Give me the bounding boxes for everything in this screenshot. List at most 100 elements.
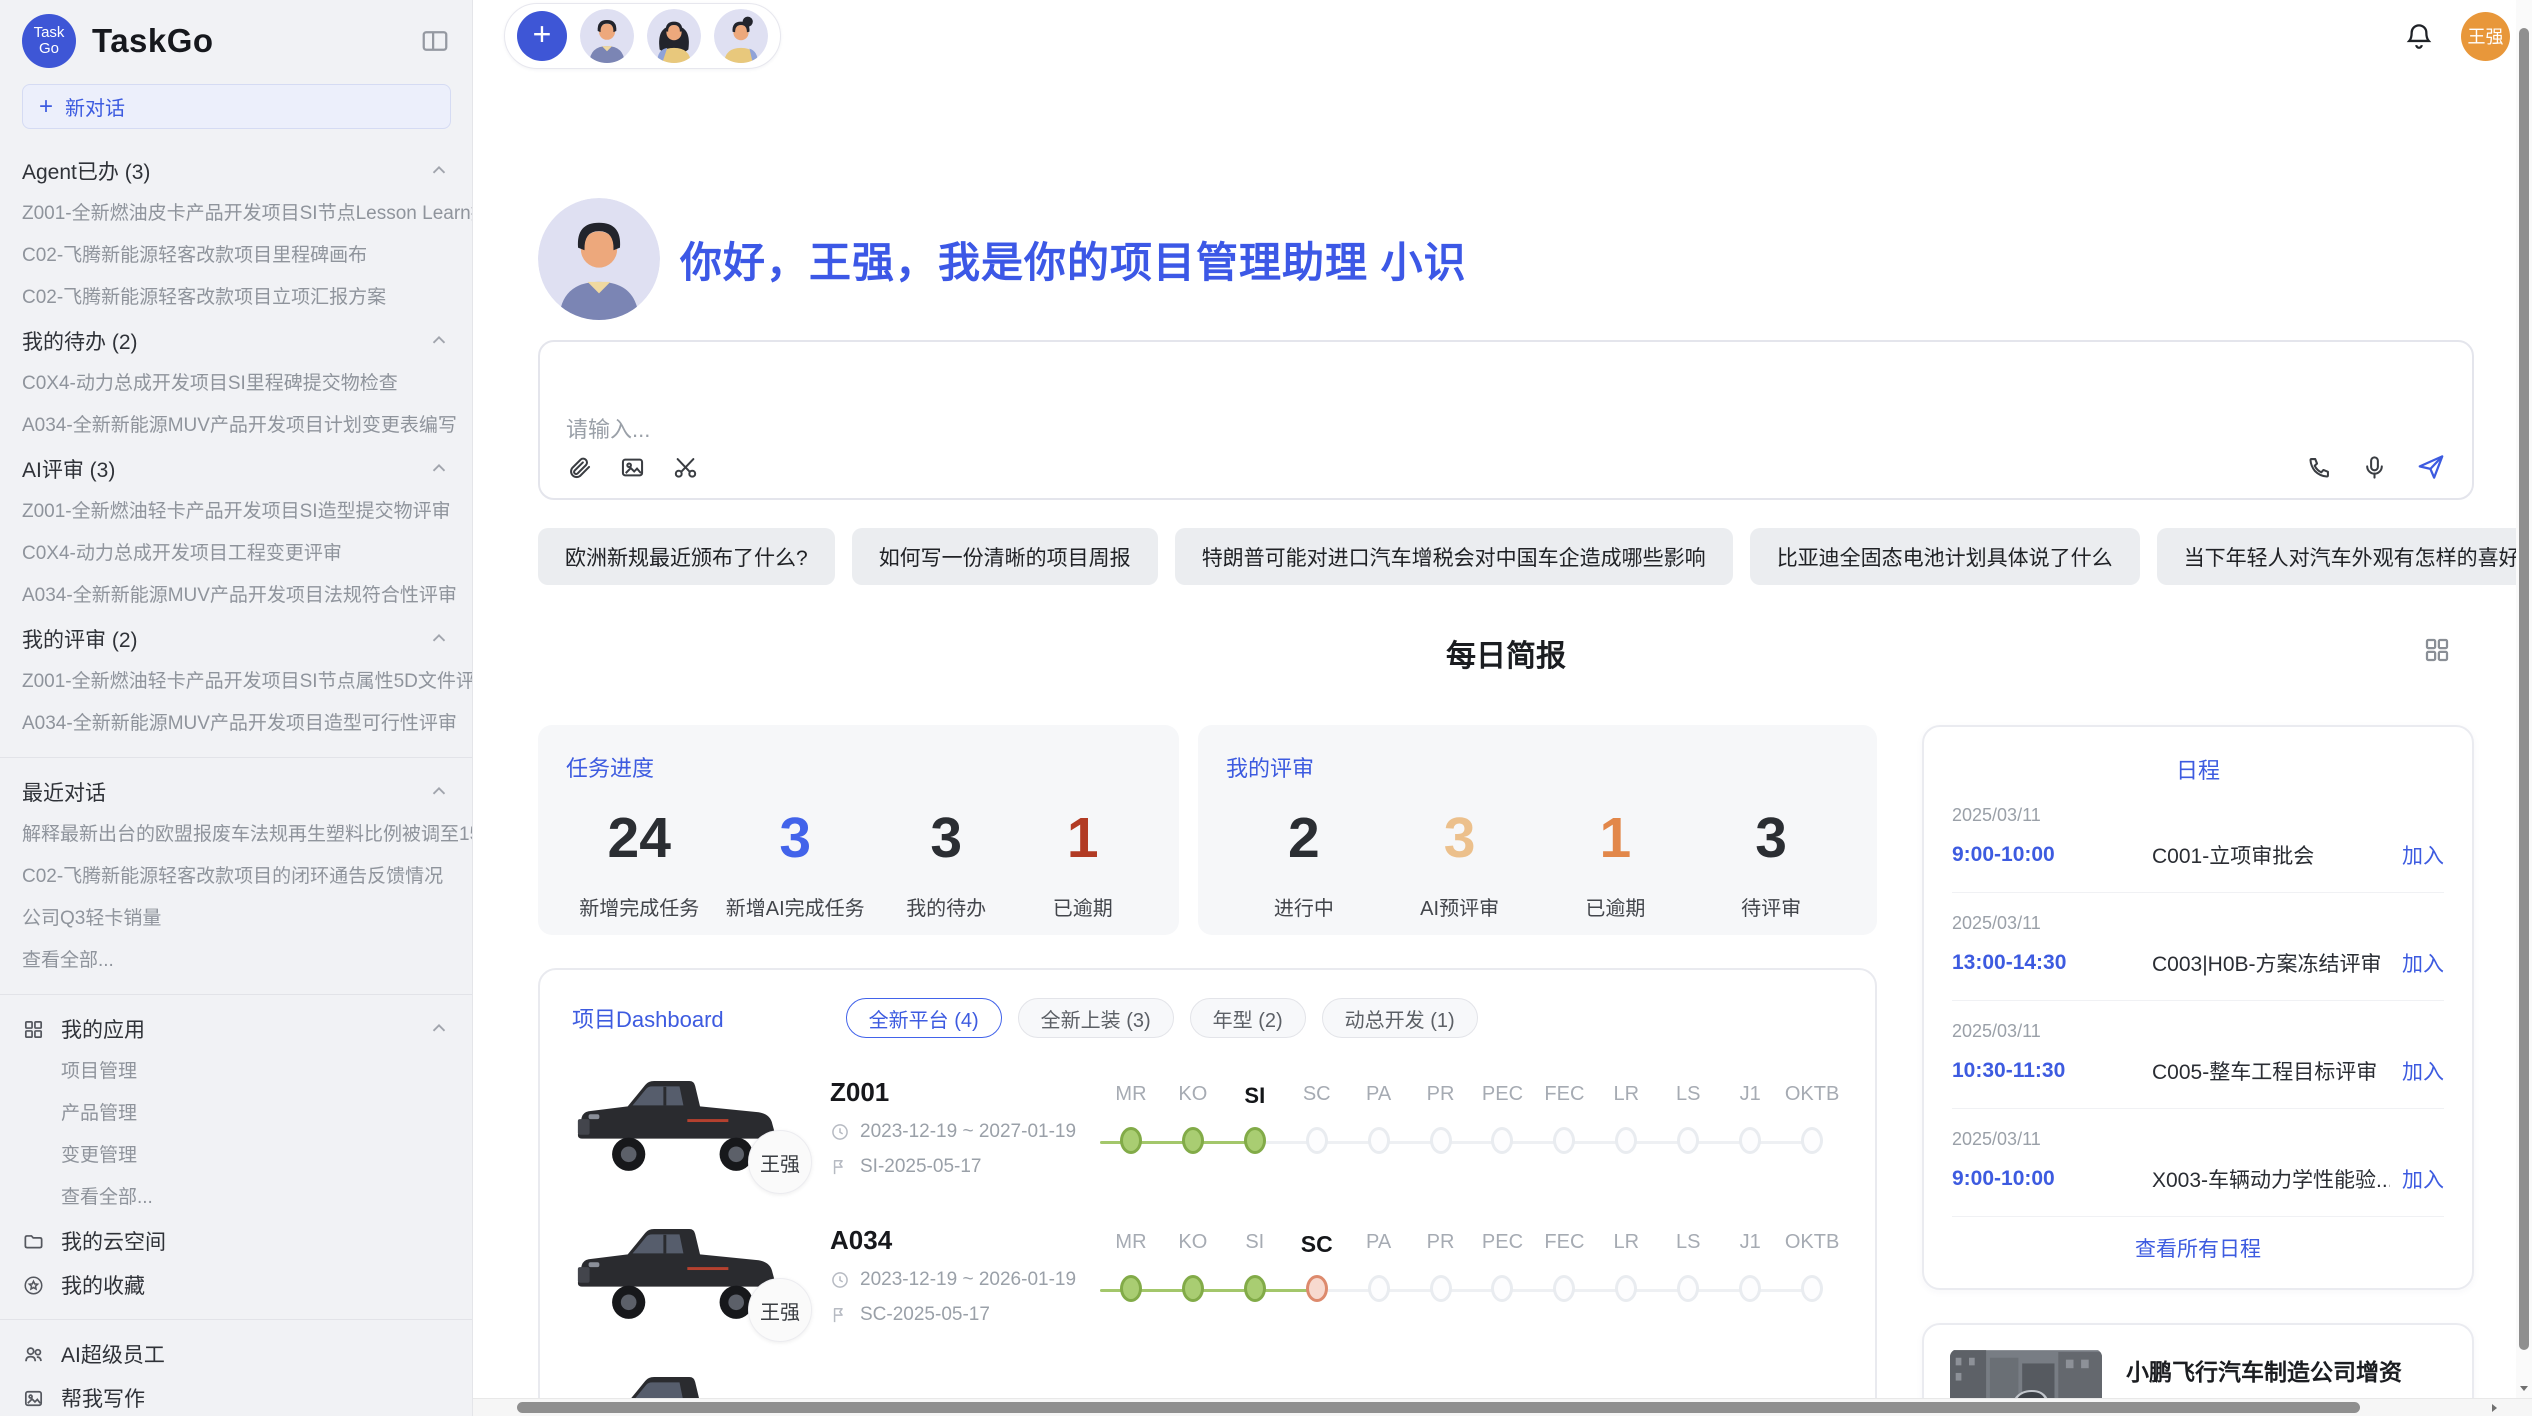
section-my-todo[interactable]: 我的待办 (2)	[0, 319, 472, 363]
horizontal-scrollbar[interactable]	[473, 1398, 2532, 1416]
milestone-pr: PR	[1410, 1083, 1472, 1171]
sidebar-task-item[interactable]: Z001-全新燃油皮卡产品开发项目SI节点Lesson Learn报告	[0, 193, 472, 235]
stat-cards: 任务进度 24 新增完成任务 3 新增AI完成任务	[538, 725, 1877, 935]
section-agent-done[interactable]: Agent已办 (3)	[0, 149, 472, 193]
project-dates: 2023-12-19 ~ 2026-01-19	[860, 1269, 1076, 1291]
chevron-up-icon[interactable]	[428, 781, 450, 803]
dashboard-title: 项目Dashboard	[572, 1002, 724, 1034]
recent-view-all[interactable]: 查看全部...	[0, 940, 472, 982]
sidebar-task-item[interactable]: C0X4-动力总成开发项目工程变更评审	[0, 533, 472, 575]
chat-input-placeholder[interactable]: 请输入...	[566, 412, 650, 444]
vertical-scrollbar-thumb[interactable]	[2519, 28, 2529, 1350]
collapse-sidebar-icon[interactable]	[420, 26, 450, 56]
project-info: A034 2023-12-19 ~ 2026-01-19 SC-2025-05-…	[830, 1225, 1082, 1326]
session-tabs: +	[504, 3, 781, 69]
notification-bell-icon[interactable]	[2403, 20, 2435, 52]
suggestion-chip[interactable]: 如何写一份清晰的项目周报	[852, 528, 1158, 585]
recent-chat-item[interactable]: 公司Q3轻卡销量	[0, 898, 472, 940]
section-ai-review[interactable]: AI评审 (3)	[0, 447, 472, 491]
milestone-oktb: OKTB	[1781, 1231, 1843, 1319]
suggestion-chips: 欧洲新规最近颁布了什么? 如何写一份清晰的项目周报 特朗普可能对进口汽车增税会对…	[538, 528, 2474, 585]
app-item-change-mgmt[interactable]: 变更管理	[0, 1135, 472, 1177]
apps-view-all[interactable]: 查看全部...	[0, 1177, 472, 1219]
project-row-a034[interactable]: 王强 A034 2023-12-19 ~ 2026-01-19	[572, 1216, 1843, 1334]
chevron-up-icon[interactable]	[428, 330, 450, 352]
stat-in-progress: 2 进行中	[1249, 807, 1359, 921]
milestone-sc: SC	[1286, 1231, 1348, 1319]
phone-icon[interactable]	[2306, 454, 2333, 481]
send-icon[interactable]	[2416, 452, 2446, 482]
new-chat-button[interactable]: + 新对话	[22, 84, 451, 129]
attach-icon[interactable]	[566, 454, 593, 481]
mic-icon[interactable]	[2361, 454, 2388, 481]
horizontal-scrollbar-thumb[interactable]	[517, 1402, 2360, 1413]
sidebar-header: Task Go TaskGo	[0, 0, 472, 78]
chevron-up-icon[interactable]	[428, 1018, 450, 1040]
vertical-scrollbar[interactable]	[2516, 0, 2532, 1398]
sidebar-task-item[interactable]: A034-全新新能源MUV产品开发项目法规符合性评审	[0, 575, 472, 617]
ai-staff-row[interactable]: AI超级员工	[0, 1332, 472, 1376]
app-item-project-mgmt[interactable]: 项目管理	[0, 1051, 472, 1093]
event-name: X003-车辆动力学性能验...	[2152, 1164, 2390, 1194]
app-root: Task Go TaskGo + 新对话 Agent已办 (3) Z001-全新…	[0, 0, 2532, 1416]
event-date: 2025/03/11	[1952, 805, 2444, 826]
sidebar-task-item[interactable]: Z001-全新燃油轻卡产品开发项目SI节点属性5D文件评审	[0, 661, 472, 703]
daily-brief-title: 每日简报	[538, 631, 2474, 675]
filter-all-platform[interactable]: 全新平台 (4)	[846, 998, 1002, 1038]
add-session-button[interactable]: +	[517, 11, 567, 61]
logo-line1: Task	[34, 25, 65, 41]
layout-grid-icon[interactable]	[2422, 635, 2452, 665]
chat-composer[interactable]: 请输入...	[538, 340, 2474, 500]
divider	[0, 994, 472, 995]
suggestion-chip[interactable]: 当下年轻人对汽车外观有怎样的喜好趋势	[2157, 528, 2532, 585]
milestone-ko: KO	[1162, 1083, 1224, 1171]
view-all-schedule-link[interactable]: 查看所有日程	[1952, 1233, 2444, 1263]
session-avatar-1[interactable]	[580, 9, 634, 63]
help-write-label: 帮我写作	[61, 1383, 145, 1413]
sidebar-task-item[interactable]: C0X4-动力总成开发项目SI里程碑提交物检查	[0, 363, 472, 405]
suggestion-chip[interactable]: 特朗普可能对进口汽车增税会对中国车企造成哪些影响	[1175, 528, 1733, 585]
help-write-row[interactable]: 帮我写作	[0, 1376, 472, 1416]
join-meeting-link[interactable]: 加入	[2402, 948, 2444, 978]
join-meeting-link[interactable]: 加入	[2402, 840, 2444, 870]
session-avatar-3[interactable]	[714, 9, 768, 63]
section-recent-chats[interactable]: 最近对话	[0, 770, 472, 814]
filter-new-body[interactable]: 全新上装 (3)	[1018, 998, 1174, 1038]
my-apps-row[interactable]: 我的应用	[0, 1007, 472, 1051]
suggestion-chip[interactable]: 欧洲新规最近颁布了什么?	[538, 528, 835, 585]
user-avatar[interactable]: 王强	[2461, 12, 2510, 61]
session-avatar-2[interactable]	[647, 9, 701, 63]
suggestion-chip[interactable]: 比亚迪全固态电池计划具体说了什么	[1750, 528, 2140, 585]
chevron-up-icon[interactable]	[428, 160, 450, 182]
right-rail: 日程 2025/03/11 9:00-10:00 C001-立项审批会 加入 2…	[1922, 725, 2474, 1416]
sidebar-task-item[interactable]: Z001-全新燃油轻卡产品开发项目SI造型提交物评审	[0, 491, 472, 533]
sidebar-task-item[interactable]: C02-飞腾新能源轻客改款项目立项汇报方案	[0, 277, 472, 319]
scroll-right-arrow-icon[interactable]	[2488, 1402, 2500, 1414]
section-my-review[interactable]: 我的评审 (2)	[0, 617, 472, 661]
chevron-up-icon[interactable]	[428, 628, 450, 650]
folder-icon	[22, 1230, 45, 1253]
recent-chat-item[interactable]: C02-飞腾新能源轻客改款项目的闭环通告反馈情况	[0, 856, 472, 898]
my-favorites-row[interactable]: 我的收藏	[0, 1263, 472, 1307]
join-meeting-link[interactable]: 加入	[2402, 1164, 2444, 1194]
filter-year-model[interactable]: 年型 (2)	[1190, 998, 1306, 1038]
project-row-z001[interactable]: 王强 Z001 2023-12-19 ~ 2027-01-19	[572, 1068, 1843, 1186]
scroll-down-arrow-icon[interactable]	[2518, 1382, 2530, 1394]
join-meeting-link[interactable]: 加入	[2402, 1056, 2444, 1086]
milestone-pa: PA	[1348, 1083, 1410, 1171]
my-cloud-row[interactable]: 我的云空间	[0, 1219, 472, 1263]
sidebar-task-item[interactable]: A034-全新新能源MUV产品开发项目造型可行性评审	[0, 703, 472, 745]
clock-icon	[830, 1122, 850, 1142]
app-item-product-mgmt[interactable]: 产品管理	[0, 1093, 472, 1135]
sidebar-task-item[interactable]: C02-飞腾新能源轻客改款项目里程碑画布	[0, 235, 472, 277]
dashboard-header: 项目Dashboard 全新平台 (4) 全新上装 (3) 年型 (2) 动总开…	[572, 998, 1843, 1038]
scissors-icon[interactable]	[672, 454, 699, 481]
sidebar-task-item[interactable]: A034-全新新能源MUV产品开发项目计划变更表编写	[0, 405, 472, 447]
milestone-track: MR KO SI SC PA PR PEC FEC LR LS J1	[1100, 1231, 1843, 1319]
chevron-up-icon[interactable]	[428, 458, 450, 480]
filter-powertrain[interactable]: 动总开发 (1)	[1322, 998, 1478, 1038]
assistant-avatar	[538, 198, 660, 320]
image-icon[interactable]	[619, 454, 646, 481]
recent-chat-item[interactable]: 解释最新出台的欧盟报废车法规再生塑料比例被调至15%...	[0, 814, 472, 856]
project-dashboard-card: 项目Dashboard 全新平台 (4) 全新上装 (3) 年型 (2) 动总开…	[538, 968, 1877, 1416]
